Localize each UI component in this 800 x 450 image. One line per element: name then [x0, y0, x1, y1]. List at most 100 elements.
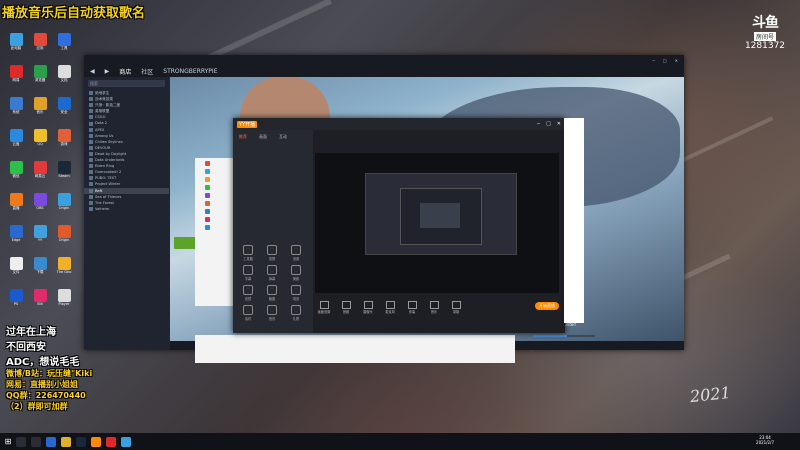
yy-tool-button[interactable]: 滤镜: [239, 285, 257, 301]
desktop-icon[interactable]: 云盘: [4, 129, 28, 146]
desktop-icon[interactable]: 音乐: [28, 97, 52, 114]
taskbar: ⊞ 23:04 2021/2/7: [0, 433, 800, 450]
desktop-icon[interactable]: 系统: [4, 97, 28, 114]
yy-tool-button[interactable]: 场景: [287, 285, 305, 301]
bottom-button-icon: [319, 300, 329, 309]
desktop-icon[interactable]: 应用: [28, 33, 52, 50]
chat-input-bar[interactable]: [195, 335, 515, 363]
yy-bottom-button[interactable]: 伴奏: [403, 300, 421, 314]
yy-tool-button[interactable]: 音效: [263, 305, 281, 321]
tool-icon: [291, 285, 301, 295]
desktop-icon[interactable]: QQ: [28, 129, 52, 146]
tool-icon: [291, 245, 301, 255]
desktop-icon[interactable]: 文件: [4, 257, 28, 274]
qq-icon[interactable]: [121, 436, 131, 447]
game-icon: [89, 145, 93, 150]
desktop-icon[interactable]: 下载: [28, 257, 52, 274]
tab-scene[interactable]: 画面: [255, 133, 271, 141]
search-icon[interactable]: [16, 436, 26, 447]
yy-sidebar: 推荐 画面 互动 工具箱 录屏 设置字幕 弹幕 美颜滤镜 截图 场景素材 音效 礼物: [233, 130, 313, 333]
tool-label: 弹幕: [268, 277, 276, 281]
tool-label: 录屏: [268, 257, 276, 261]
steam-library-sidebar: 搜索 绝地求生 战术竞技类 只狼：影逝二度 英雄联盟 CSGO Dota 2 APEX Amo…: [84, 77, 169, 350]
yy-bottom-button[interactable]: 录制: [447, 300, 465, 314]
desktop-icon[interactable]: 此电脑: [4, 33, 28, 50]
desktop-icon[interactable]: 文档: [52, 65, 76, 82]
desktop-icon[interactable]: Origin: [52, 225, 76, 242]
yy-bottom-button[interactable]: 音频: [337, 300, 355, 314]
yy-tool-button[interactable]: 礼物: [287, 305, 305, 321]
nav-profile[interactable]: STRONGBERRYPIE: [163, 68, 217, 75]
yy-bottom-button[interactable]: 音乐: [425, 300, 443, 314]
browser-icon[interactable]: [46, 436, 56, 447]
yy-tool-button[interactable]: 截图: [263, 285, 281, 301]
desktop-icon[interactable]: 网易云: [28, 161, 52, 178]
game-icon: [89, 164, 93, 169]
music-icon[interactable]: [106, 436, 116, 447]
yy-tool-button[interactable]: 工具箱: [239, 245, 257, 261]
start-button[interactable]: ⊞: [0, 437, 16, 446]
desktop-icon[interactable]: The Gho: [52, 257, 76, 274]
clock[interactable]: 23:04 2021/2/7: [756, 435, 774, 445]
close-icon[interactable]: ✕: [557, 121, 561, 127]
yy-icon[interactable]: [91, 436, 101, 447]
tool-icon: [243, 245, 253, 255]
desktop-icon[interactable]: 网易: [4, 65, 28, 82]
yy-tool-button[interactable]: 设置: [287, 245, 305, 261]
desktop-icon[interactable]: Origin: [52, 193, 76, 210]
room-number: 1281372: [744, 41, 786, 51]
bottom-button-icon: [451, 300, 461, 309]
douyu-logo: 斗鱼: [752, 15, 779, 31]
desktop-icon[interactable]: OBS: [28, 193, 52, 210]
forward-button[interactable]: ▶: [105, 68, 110, 75]
desktop-icon[interactable]: Steam: [52, 161, 76, 178]
desktop-icon[interactable]: Player: [52, 289, 76, 306]
taskview-icon[interactable]: [31, 436, 41, 447]
desktop-icon[interactable]: 工具: [52, 33, 76, 50]
back-button[interactable]: ◀: [90, 68, 95, 75]
game-icon: [89, 194, 93, 199]
streamer-line1: 过年在上海: [6, 327, 56, 338]
streamer-line3: ADC，想说毛毛: [6, 357, 80, 368]
nav-store[interactable]: 商店: [119, 67, 131, 76]
side-panel: [564, 118, 584, 323]
maximize-icon[interactable]: □: [546, 121, 551, 127]
yy-tool-button[interactable]: 字幕: [239, 265, 257, 281]
desktop-icon[interactable]: Edge: [4, 225, 28, 242]
folder-icon[interactable]: [61, 436, 71, 447]
tool-label: 工具箱: [243, 257, 253, 261]
game-icon: [89, 139, 93, 144]
desktop-icon[interactable]: 浏览器: [28, 65, 52, 82]
bottom-button-label: 麦克风: [385, 309, 395, 314]
game-list: 绝地求生 战术竞技类 只狼：影逝二度 英雄联盟 CSGO Dota 2 APEX Among …: [84, 90, 169, 212]
library-search-input[interactable]: 搜索: [88, 80, 165, 87]
desktop-icon[interactable]: PS: [4, 289, 28, 306]
game-icon: [89, 170, 93, 175]
desktop-icon[interactable]: 安全: [52, 97, 76, 114]
yy-tool-button[interactable]: 弹幕: [263, 265, 281, 281]
yy-bottom-button[interactable]: 摄像头: [359, 300, 377, 314]
game-title: Valheim: [95, 206, 110, 211]
achievement-progress-fill: [533, 335, 568, 337]
yy-tool-button[interactable]: 素材: [239, 305, 257, 321]
library-game-item[interactable]: Valheim: [84, 206, 169, 212]
yy-bottom-button[interactable]: 画面设置: [315, 300, 333, 314]
tab-recommend[interactable]: 推荐: [235, 133, 251, 141]
bottom-button-icon: [341, 300, 351, 309]
desktop-icon[interactable]: 直播: [4, 193, 28, 210]
yy-bottom-button[interactable]: 麦克风: [381, 300, 399, 314]
start-live-button[interactable]: 开始直播: [535, 302, 559, 310]
desktop-icon[interactable]: YY: [28, 225, 52, 242]
yy-live-window[interactable]: YY开播 ─ □ ✕ 推荐 画面 互动 工具箱 录屏 设置 字幕 弹幕 美颜 滤镜 截图 场景素…: [233, 118, 565, 333]
desktop-icon[interactable]: 微信: [4, 161, 28, 178]
tab-interact[interactable]: 互动: [275, 133, 291, 141]
steam-titlebar[interactable]: ─ □ ✕: [84, 55, 684, 65]
desktop-icon[interactable]: Bili: [28, 289, 52, 306]
nav-community[interactable]: 社区: [141, 67, 153, 76]
desktop-icon[interactable]: 游戏: [52, 129, 76, 146]
bottom-button-label: 伴奏: [408, 309, 416, 314]
yy-tool-button[interactable]: 美颜: [287, 265, 305, 281]
minimize-icon[interactable]: ─: [537, 121, 540, 127]
steam-icon[interactable]: [76, 436, 86, 447]
yy-tool-button[interactable]: 录屏: [263, 245, 281, 261]
